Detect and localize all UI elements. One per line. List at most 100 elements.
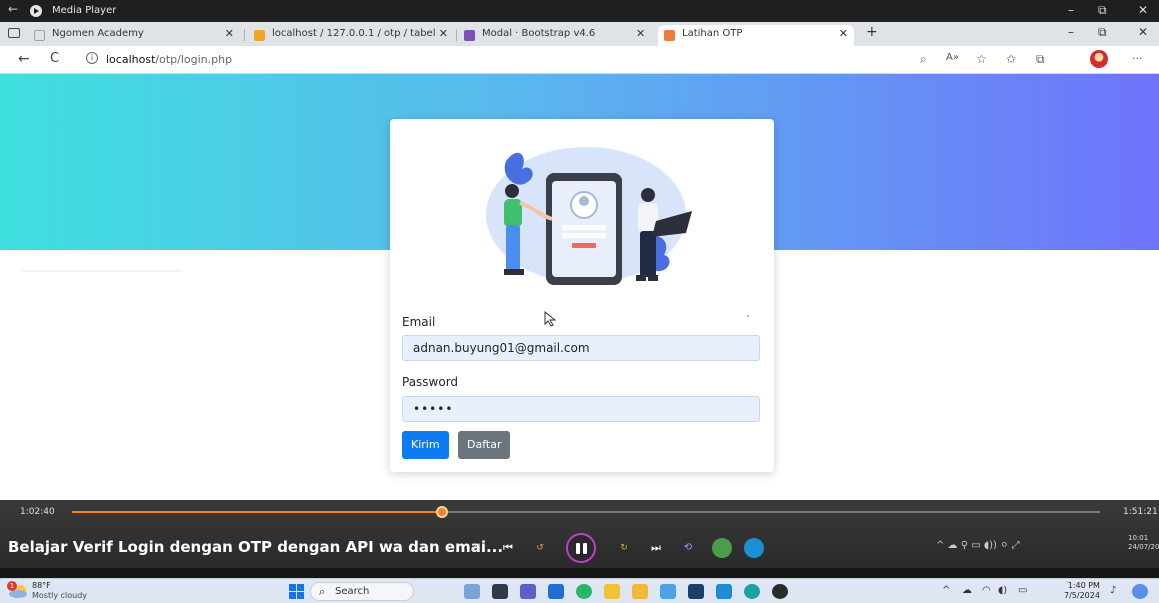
register-button[interactable]: Daftar <box>458 431 511 459</box>
clock-date: 7/5/2024 <box>1064 591 1100 600</box>
taskbar-app-notes[interactable] <box>604 584 620 599</box>
page-icon <box>34 30 45 41</box>
restore-button[interactable]: ⧉ <box>1098 3 1107 18</box>
edge-overlay-icon <box>744 538 764 558</box>
window-title: Media Player <box>52 5 117 16</box>
rewind-10-icon[interactable]: ↺ <box>530 538 550 558</box>
taskbar-app-photos[interactable] <box>660 584 676 599</box>
show-hidden-icons[interactable]: ^ <box>942 585 950 596</box>
notification-bell-icon[interactable]: ♪ <box>1110 585 1116 596</box>
taskbar-app-vscode[interactable] <box>716 584 732 599</box>
tab-bootstrap-modal[interactable]: Modal · Bootstrap v4.6 <box>458 25 648 46</box>
web-page: Email adnan.buyung01@gmail.com Password … <box>0 74 1159 500</box>
tab-phpmyadmin[interactable]: localhost / 127.0.0.1 / otp / tabel ✕ <box>248 25 454 46</box>
tab-separator <box>244 29 245 41</box>
read-aloud-icon[interactable]: A» <box>946 52 959 63</box>
taskbar-app-files[interactable] <box>464 584 480 599</box>
close-tab-icon[interactable]: ✕ <box>839 27 848 40</box>
browser-minimize-button[interactable]: – <box>1068 25 1074 39</box>
next-icon[interactable]: ⏭ <box>646 538 666 558</box>
seek-handle[interactable] <box>436 506 449 518</box>
minimize-button[interactable]: – <box>1068 3 1074 17</box>
weather-badge: 1 <box>7 581 17 591</box>
onedrive-icon[interactable]: ☁ <box>962 585 972 596</box>
taskbar-app-terminal[interactable] <box>492 584 508 599</box>
taskbar-app-teams[interactable] <box>520 584 536 599</box>
email-input[interactable]: adnan.buyung01@gmail.com <box>402 335 760 361</box>
windows-start-icon[interactable] <box>289 584 304 599</box>
profile-avatar[interactable] <box>1090 50 1108 68</box>
back-icon[interactable]: ← <box>18 51 30 67</box>
reload-icon[interactable]: C <box>50 51 59 66</box>
taskbar-app-whatsapp[interactable] <box>576 584 592 599</box>
wifi-icon[interactable]: ◠ <box>982 585 991 596</box>
search-placeholder: Search <box>335 586 370 597</box>
system-clock[interactable]: 1:40 PM 7/5/2024 <box>1064 581 1100 601</box>
tab-label: Modal · Bootstrap v4.6 <box>482 28 596 39</box>
taskbar-app-edge[interactable] <box>744 584 760 599</box>
repeat-icon[interactable]: ⟲ <box>678 538 698 558</box>
phpmyadmin-icon <box>254 30 265 41</box>
tab-latihan-otp[interactable]: Latihan OTP ✕ <box>658 25 854 46</box>
taskbar-app-explorer[interactable] <box>632 584 648 599</box>
new-tab-button[interactable]: + <box>866 24 878 40</box>
seek-progress <box>72 511 443 513</box>
password-label: Password <box>402 375 459 389</box>
search-icon[interactable]: ⌕ <box>920 52 927 67</box>
more-menu-icon[interactable]: ··· <box>1132 52 1143 65</box>
tab-label: localhost / 127.0.0.1 / otp / tabel <box>272 28 436 39</box>
close-tab-icon[interactable]: ✕ <box>636 27 645 40</box>
battery-icon[interactable]: ▭ <box>1018 585 1027 596</box>
browser-close-button[interactable]: ✕ <box>1138 25 1148 39</box>
screen: ← Media Player – ⧉ ✕ Ngomen Academy ✕ lo… <box>0 0 1159 603</box>
copilot-icon[interactable] <box>1132 584 1148 599</box>
tab-ngomen-academy[interactable]: Ngomen Academy ✕ <box>28 25 240 46</box>
collections-icon[interactable]: ⧉ <box>1036 52 1045 67</box>
current-time: 1:02:40 <box>20 507 55 517</box>
tab-actions-icon[interactable] <box>8 28 20 38</box>
close-window-button[interactable]: ✕ <box>1138 3 1148 17</box>
browser-tab-strip: Ngomen Academy ✕ localhost / 127.0.0.1 /… <box>0 22 1159 46</box>
tab-label: Latihan OTP <box>682 28 743 39</box>
favorite-icon[interactable]: ☆ <box>976 52 987 66</box>
forward-30-icon[interactable]: ↻ <box>614 538 634 558</box>
taskbar-app-outlook[interactable] <box>548 584 564 599</box>
player-bottom-strip <box>0 568 1159 578</box>
otp-page-icon <box>664 30 675 41</box>
taskbar-app-obs[interactable] <box>772 584 788 599</box>
close-tab-icon[interactable]: ✕ <box>225 27 234 40</box>
address-bar: ← C i localhost/otp/login.php ⌕ A» ☆ ✩ ⧉… <box>0 46 1159 74</box>
overlay-clock: 10:0124/07/2022 <box>1128 534 1159 552</box>
volume-icon[interactable]: ◖) <box>998 585 1007 596</box>
overlay-clock-date: 24/07/2022 <box>1128 543 1159 551</box>
previous-icon[interactable]: ⏮ <box>498 538 518 558</box>
close-tab-icon[interactable]: ✕ <box>439 27 448 40</box>
site-info-icon[interactable]: i <box>86 52 98 64</box>
taskbar-app-mail[interactable] <box>688 584 704 599</box>
taskbar-search[interactable]: ⌕ Search <box>310 582 414 601</box>
clock-time: 1:40 PM <box>1067 581 1100 590</box>
tab-label: Ngomen Academy <box>52 28 144 39</box>
total-time: 1:51:21 <box>1123 507 1158 517</box>
chrome-overlay-icon <box>712 538 732 558</box>
submit-button[interactable]: Kirim <box>402 431 449 459</box>
pause-button[interactable] <box>566 533 596 563</box>
media-player-titlebar: ← Media Player – ⧉ ✕ <box>0 0 1159 22</box>
media-player-icon <box>30 5 42 17</box>
favorites-icon[interactable]: ✩ <box>1006 52 1016 66</box>
weather-temperature: 88°F <box>32 581 51 590</box>
media-controls-bar: 1:02:40 1:51:21 Belajar Verif Login deng… <box>0 500 1159 568</box>
search-icon: ⌕ <box>319 585 326 598</box>
url-field[interactable]: localhost/otp/login.php <box>106 53 232 66</box>
overlay-tray-icons: ^ ☁ ⚲ ▭ ◖)) ⚪ ⤢ <box>936 540 1020 551</box>
seek-bar[interactable] <box>72 506 1100 518</box>
login-illustration <box>486 147 692 285</box>
url-host: localhost <box>106 53 156 66</box>
tab-separator <box>456 29 457 41</box>
login-card: Email adnan.buyung01@gmail.com Password … <box>390 119 774 472</box>
shuffle-icon[interactable]: ⤨ <box>466 538 486 558</box>
browser-restore-button[interactable]: ⧉ <box>1098 25 1107 40</box>
back-arrow-icon[interactable]: ← <box>8 2 18 16</box>
weather-description: Mostly cloudy <box>32 591 87 600</box>
password-input[interactable]: ••••• <box>402 396 760 422</box>
